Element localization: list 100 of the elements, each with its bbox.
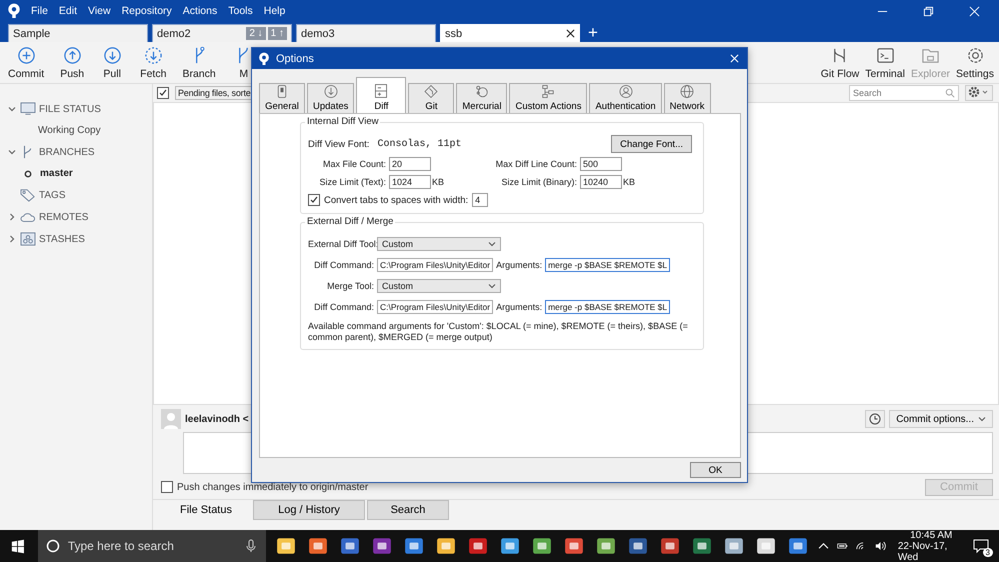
checkbox-label: Convert tabs to spaces with width: — [324, 194, 468, 206]
settings-button[interactable] — [965, 85, 993, 101]
toolbar-button[interactable]: Branch — [176, 46, 222, 80]
diamond-icon — [423, 84, 440, 99]
settings-tab[interactable]: Git — [408, 83, 454, 113]
input-field[interactable]: 1024 — [389, 175, 431, 189]
menu-item[interactable]: Actions — [182, 5, 218, 17]
cloud-icon — [20, 210, 36, 224]
input-field[interactable]: C:\Program Files\Unity\Editor — [377, 258, 494, 272]
field-label: Merge Tool: — [326, 280, 374, 290]
change-font-button[interactable]: Change Font... — [611, 135, 692, 153]
input-field[interactable]: merge -p $BASE $REMOTE $L — [545, 300, 670, 314]
chevron-icon[interactable] — [8, 105, 16, 113]
repo-tab[interactable]: Sample — [8, 24, 148, 42]
commit-options-dropdown[interactable]: Commit options... — [889, 410, 993, 428]
close-icon[interactable] — [566, 29, 575, 38]
settings-icon — [966, 46, 985, 64]
input-field[interactable]: 20 — [389, 157, 431, 171]
view-tab[interactable]: Search — [367, 500, 449, 520]
clock-time: 10:45 AM — [910, 530, 952, 540]
tool-dropdown[interactable]: Custom — [377, 278, 501, 292]
settings-tab[interactable]: Updates — [307, 83, 354, 113]
settings-tab[interactable]: Custom Actions — [509, 83, 588, 113]
toolbar-button[interactable]: Settings — [953, 46, 997, 80]
tool-dropdown[interactable]: Custom — [377, 236, 501, 250]
field-label: Arguments: — [496, 260, 542, 270]
toolbar-button[interactable]: Terminal — [862, 46, 908, 80]
input-field[interactable]: 10240 — [580, 175, 622, 189]
taskbar-search-field[interactable]: Type here to search — [38, 530, 266, 562]
sidebar-item[interactable]: Working Copy — [0, 120, 152, 141]
menu-item[interactable]: Tools — [228, 5, 253, 17]
group-title: External Diff / Merge — [305, 216, 396, 227]
start-icon[interactable] — [11, 538, 25, 554]
field-label: Diff Command: — [313, 260, 374, 270]
view-tab[interactable]: File Status — [161, 500, 251, 520]
menu-item[interactable]: View — [88, 5, 111, 17]
arrow-up-circle-icon — [62, 46, 82, 64]
unit-label: KB — [432, 177, 446, 187]
field-label: Diff View Font: — [308, 138, 370, 150]
repo-tab[interactable]: demo2 2 ↓ 1 ↑ — [152, 24, 292, 42]
settings-tab[interactable]: Authentication — [589, 83, 662, 113]
input-field[interactable]: C:\Program Files\Unity\Editor — [377, 300, 494, 314]
notification-icon[interactable] — [972, 538, 989, 554]
checkbox[interactable] — [161, 481, 173, 493]
clock-date: 22-Nov-17, Wed — [898, 540, 948, 562]
sidebar-item[interactable]: FILE STATUS — [0, 98, 152, 120]
clock-icon — [869, 413, 882, 425]
count-badge: 2 ↓ — [246, 27, 266, 40]
settings-tab[interactable]: Network — [664, 83, 711, 113]
settings-tab[interactable]: Mercurial — [456, 83, 508, 113]
sidebar-item[interactable]: master — [0, 163, 152, 184]
input-field[interactable]: 500 — [580, 157, 622, 171]
toolbar-button[interactable]: Fetch — [134, 46, 172, 80]
notification-badge: 3 — [982, 548, 993, 557]
sidebar-item[interactable]: REMOTES — [0, 206, 152, 228]
checkbox-label: Push changes immediately to origin/master — [177, 482, 368, 492]
checkbox[interactable] — [157, 87, 169, 99]
input-field[interactable]: 4 — [472, 193, 488, 207]
caret-icon — [488, 240, 496, 246]
sidebar-item[interactable]: TAGS — [0, 184, 152, 206]
microphone-icon[interactable] — [244, 539, 258, 553]
logo-icon — [258, 52, 270, 66]
dashed-circle-icon — [144, 46, 163, 64]
search-icon — [46, 539, 60, 553]
chevron-icon[interactable] — [8, 235, 16, 243]
logo-icon — [7, 3, 21, 19]
font-value: Consolas, 11pt — [377, 138, 462, 150]
repo-tab[interactable]: ssb — [440, 24, 580, 42]
chevron-icon[interactable] — [8, 213, 16, 221]
toolbar-button[interactable]: Pull — [94, 46, 130, 80]
sidebar-item[interactable]: STASHES — [0, 228, 152, 250]
search-field[interactable]: Search — [849, 85, 959, 101]
menu-item[interactable]: Repository — [122, 5, 172, 17]
new-tab-button[interactable]: + — [584, 24, 602, 42]
caret-icon — [488, 282, 496, 288]
count-badge: 1 ↑ — [268, 27, 287, 40]
settings-tab[interactable]: General — [259, 83, 305, 113]
repo-tab[interactable]: demo3 — [296, 24, 436, 42]
history-button[interactable] — [865, 410, 886, 428]
input-field[interactable]: merge -p $BASE $REMOTE $L — [545, 258, 670, 272]
checkbox[interactable] — [308, 194, 320, 206]
view-tab[interactable]: Log / History — [253, 500, 365, 520]
unit-label: KB — [623, 177, 636, 187]
menu-item[interactable]: Help — [264, 5, 286, 17]
toolbar-button[interactable]: Commit — [2, 46, 50, 80]
author-name: leelavinodh < — [185, 414, 249, 424]
tag-icon — [20, 188, 36, 202]
toolbar-button[interactable]: Git Flow — [818, 46, 862, 80]
restore-icon[interactable] — [923, 6, 934, 16]
settings-tab[interactable]: Diff — [356, 77, 406, 113]
ok-button[interactable]: OK — [690, 462, 741, 478]
flowchart-icon — [540, 84, 556, 99]
menu-item[interactable]: Edit — [58, 5, 78, 17]
volume-icon[interactable] — [874, 540, 886, 552]
caret-icon — [978, 416, 986, 422]
toolbar-button[interactable]: M — [226, 46, 262, 80]
chevron-icon[interactable] — [8, 148, 16, 156]
sidebar-item[interactable]: BRANCHES — [0, 141, 152, 163]
toolbar-button[interactable]: Push — [54, 46, 90, 80]
menu-item[interactable]: File — [31, 5, 48, 17]
